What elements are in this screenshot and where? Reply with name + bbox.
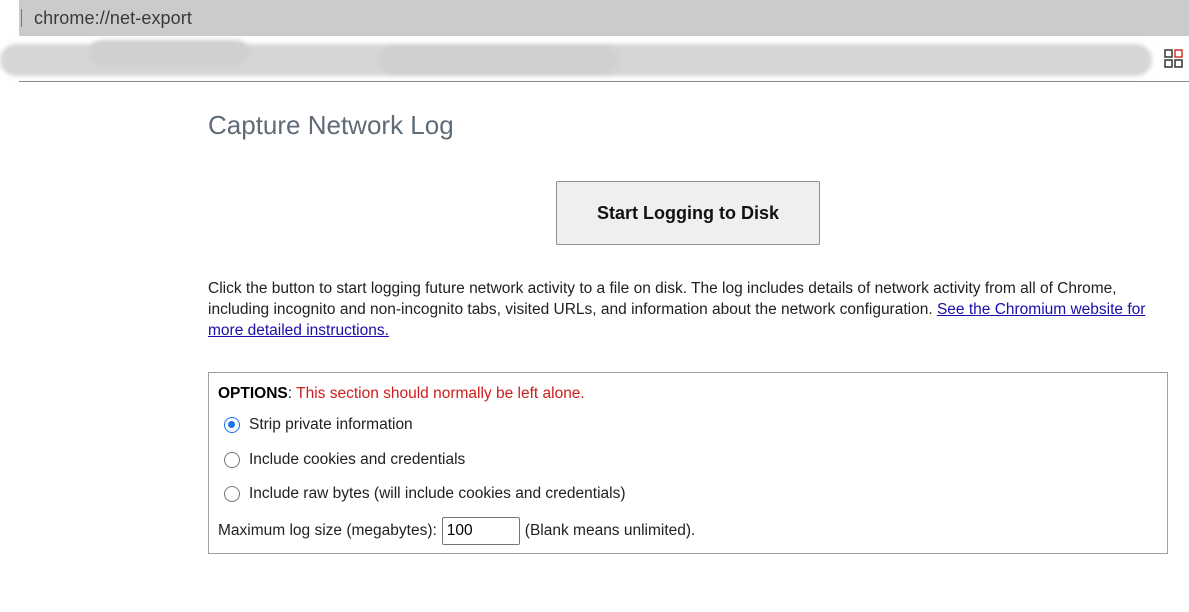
radio-button[interactable] — [224, 486, 240, 502]
bookmarks-bar — [0, 36, 1189, 82]
options-warning: This section should normally be left alo… — [296, 385, 585, 402]
url-text[interactable]: chrome://net-export — [34, 8, 192, 29]
redacted-bookmark — [89, 40, 249, 66]
radio-strip-private[interactable]: Strip private information — [224, 416, 413, 434]
options-title: OPTIONS — [218, 385, 288, 402]
radio-include-raw-bytes[interactable]: Include raw bytes (will include cookies … — [224, 485, 626, 503]
options-header: OPTIONS: This section should normally be… — [218, 385, 585, 403]
radio-label: Strip private information — [249, 416, 413, 433]
page-title: Capture Network Log — [208, 110, 454, 140]
options-separator: : — [287, 385, 297, 402]
radio-button[interactable] — [224, 452, 240, 468]
apps-grid-icon[interactable] — [1163, 48, 1185, 70]
description: Click the button to start logging future… — [208, 278, 1168, 341]
text-cursor — [21, 9, 22, 27]
redacted-bookmark — [379, 46, 619, 74]
options-panel: OPTIONS: This section should normally be… — [208, 372, 1168, 554]
radio-label: Include raw bytes (will include cookies … — [249, 485, 626, 502]
radio-include-cookies[interactable]: Include cookies and credentials — [224, 451, 465, 469]
start-logging-button[interactable]: Start Logging to Disk — [556, 181, 820, 245]
radio-label: Include cookies and credentials — [249, 451, 466, 468]
max-log-size-row: Maximum log size (megabytes): (Blank mea… — [218, 517, 695, 545]
max-log-size-label: Maximum log size (megabytes): — [218, 522, 437, 539]
radio-button-checked[interactable] — [224, 417, 240, 433]
max-log-size-input[interactable] — [441, 517, 520, 545]
max-log-size-hint: (Blank means unlimited). — [524, 522, 696, 539]
address-bar[interactable]: chrome://net-export — [19, 0, 1189, 36]
